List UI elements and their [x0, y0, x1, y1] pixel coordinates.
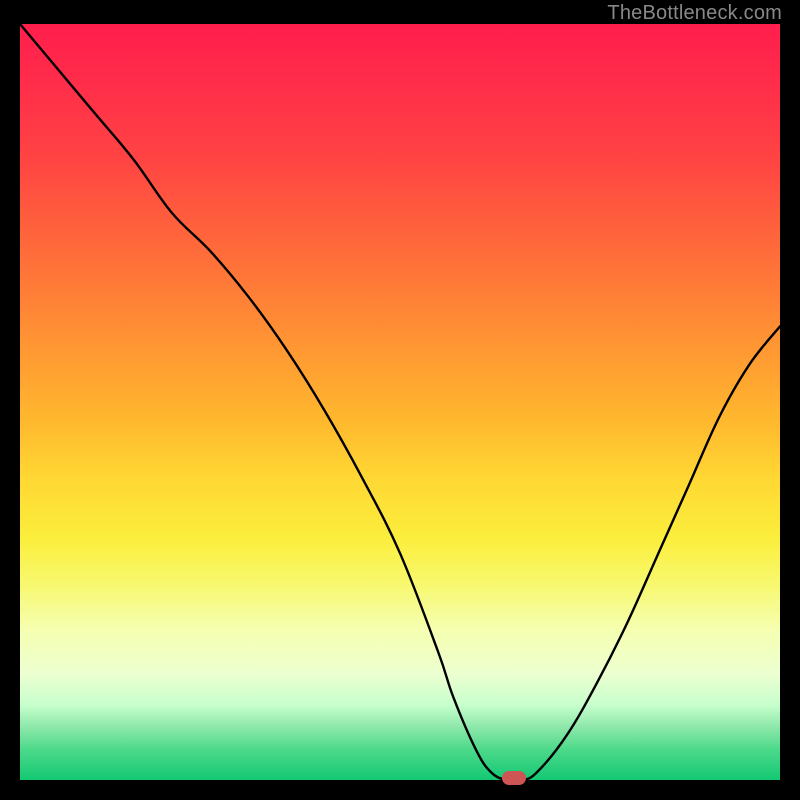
watermark-label: TheBottleneck.com — [607, 2, 782, 25]
plot-area — [20, 24, 780, 780]
bottleneck-curve — [20, 24, 780, 780]
chart-frame: TheBottleneck.com — [0, 0, 800, 800]
curve-path — [20, 24, 780, 780]
optimal-point-marker — [502, 771, 526, 785]
